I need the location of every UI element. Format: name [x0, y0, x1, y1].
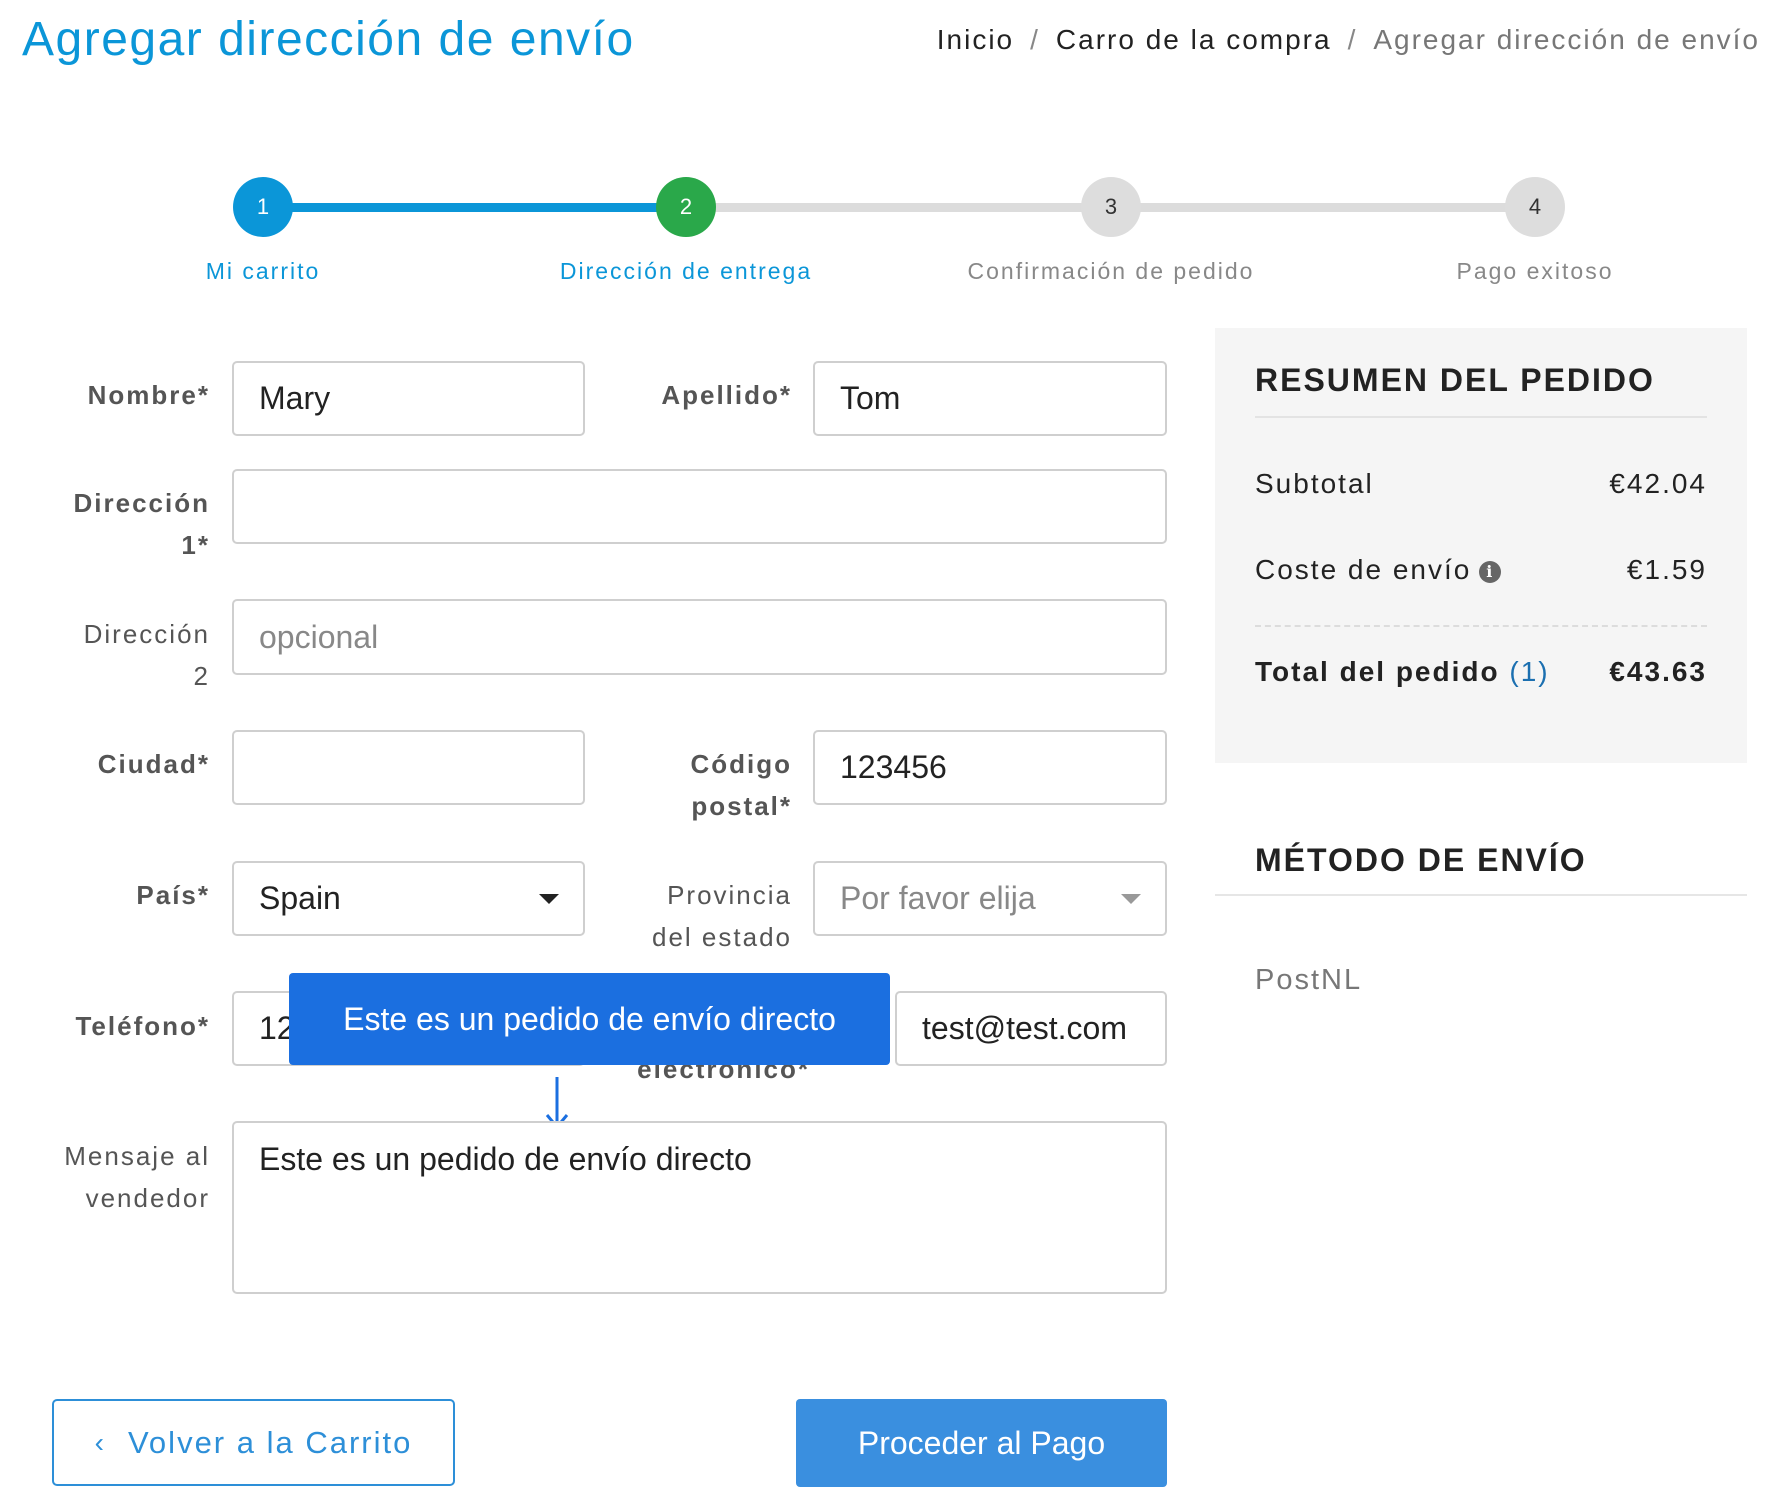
first-name-label: Nombre*: [87, 380, 210, 410]
postal-code-input[interactable]: 123456: [813, 730, 1167, 805]
chevron-down-icon: [539, 894, 559, 904]
chevron-left-icon: ‹: [94, 1426, 106, 1458]
dashed-divider: [1255, 625, 1707, 627]
state-label: Provincia del estado: [652, 880, 792, 952]
breadcrumb-current: Agregar dirección de envío: [1373, 24, 1760, 55]
divider: [1215, 894, 1747, 896]
country-select[interactable]: Spain: [232, 861, 585, 936]
city-input[interactable]: [232, 730, 585, 805]
phone-label: Teléfono*: [75, 1011, 210, 1041]
shipping-method-title: MÉTODO DE ENVÍO: [1255, 842, 1587, 878]
order-summary-panel: RESUMEN DEL PEDIDO Subtotal €42.04 Coste…: [1215, 328, 1747, 763]
divider: [1255, 416, 1707, 418]
address1-input[interactable]: [232, 469, 1167, 544]
state-select[interactable]: Por favor elija: [813, 861, 1167, 936]
step-4-label: Pago exitoso: [1456, 258, 1614, 284]
state-placeholder: Por favor elija: [840, 880, 1036, 916]
message-label: Mensaje al vendedor: [64, 1141, 210, 1213]
back-to-cart-label: Volver a la Carrito: [127, 1424, 413, 1460]
shipping-cost-label: Coste de envío: [1255, 554, 1472, 585]
stepper-track-done: [262, 203, 682, 212]
page-title: Agregar dirección de envío: [22, 13, 635, 66]
country-label: País*: [136, 880, 210, 910]
chevron-down-icon: [1121, 894, 1141, 904]
shipping-cost-row: Coste de envío i: [1255, 554, 1502, 586]
tooltip-overlay: Este es un pedido de envío directo: [289, 973, 890, 1065]
first-name-input[interactable]: Mary: [232, 361, 585, 436]
message-text: Este es un pedido de envío directo: [259, 1141, 752, 1177]
country-selected-value: Spain: [259, 880, 341, 916]
proceed-to-payment-button[interactable]: Proceder al Pago: [796, 1399, 1167, 1487]
step-4-circle: 4: [1505, 177, 1565, 237]
step-2-label: Dirección de entrega: [559, 258, 813, 284]
breadcrumb-home-link[interactable]: Inicio: [937, 24, 1014, 55]
total-label: Total del pedido: [1255, 656, 1500, 687]
breadcrumb-separator: /: [1030, 24, 1040, 55]
info-icon[interactable]: i: [1479, 560, 1502, 583]
step-1-label: Mi carrito: [205, 258, 321, 284]
breadcrumb-cart-link[interactable]: Carro de la compra: [1056, 24, 1332, 55]
subtotal-label: Subtotal: [1255, 468, 1374, 499]
breadcrumb-separator: /: [1347, 24, 1358, 55]
last-name-label: Apellido*: [661, 380, 792, 410]
address2-label: Dirección 2: [83, 619, 210, 691]
last-name-input[interactable]: Tom: [813, 361, 1167, 436]
total-value: €43.63: [1609, 656, 1707, 687]
address1-label: Dirección 1*: [73, 488, 210, 560]
message-textarea[interactable]: Este es un pedido de envío directo: [232, 1121, 1167, 1294]
address2-input[interactable]: opcional: [232, 599, 1167, 675]
breadcrumb: Inicio / Carro de la compra / Agregar direcc…: [937, 24, 1760, 56]
total-item-count: (1): [1509, 656, 1550, 687]
shipping-option-postnl[interactable]: PostNL: [1255, 964, 1362, 997]
step-2-circle: 2: [656, 177, 716, 237]
total-row: Total del pedido (1): [1255, 656, 1550, 688]
postal-code-label: Código postal*: [690, 749, 792, 821]
email-input[interactable]: test@test.com: [895, 991, 1167, 1066]
subtotal-value: €42.04: [1609, 468, 1707, 499]
city-label: Ciudad*: [97, 749, 210, 779]
shipping-cost-value: €1.59: [1626, 554, 1707, 585]
step-3-circle: 3: [1081, 177, 1141, 237]
step-1-circle: 1: [233, 177, 293, 237]
back-to-cart-button[interactable]: ‹ Volver a la Carrito: [52, 1399, 455, 1486]
step-3-label: Confirmación de pedido: [967, 258, 1255, 284]
order-summary-title: RESUMEN DEL PEDIDO: [1255, 362, 1655, 398]
